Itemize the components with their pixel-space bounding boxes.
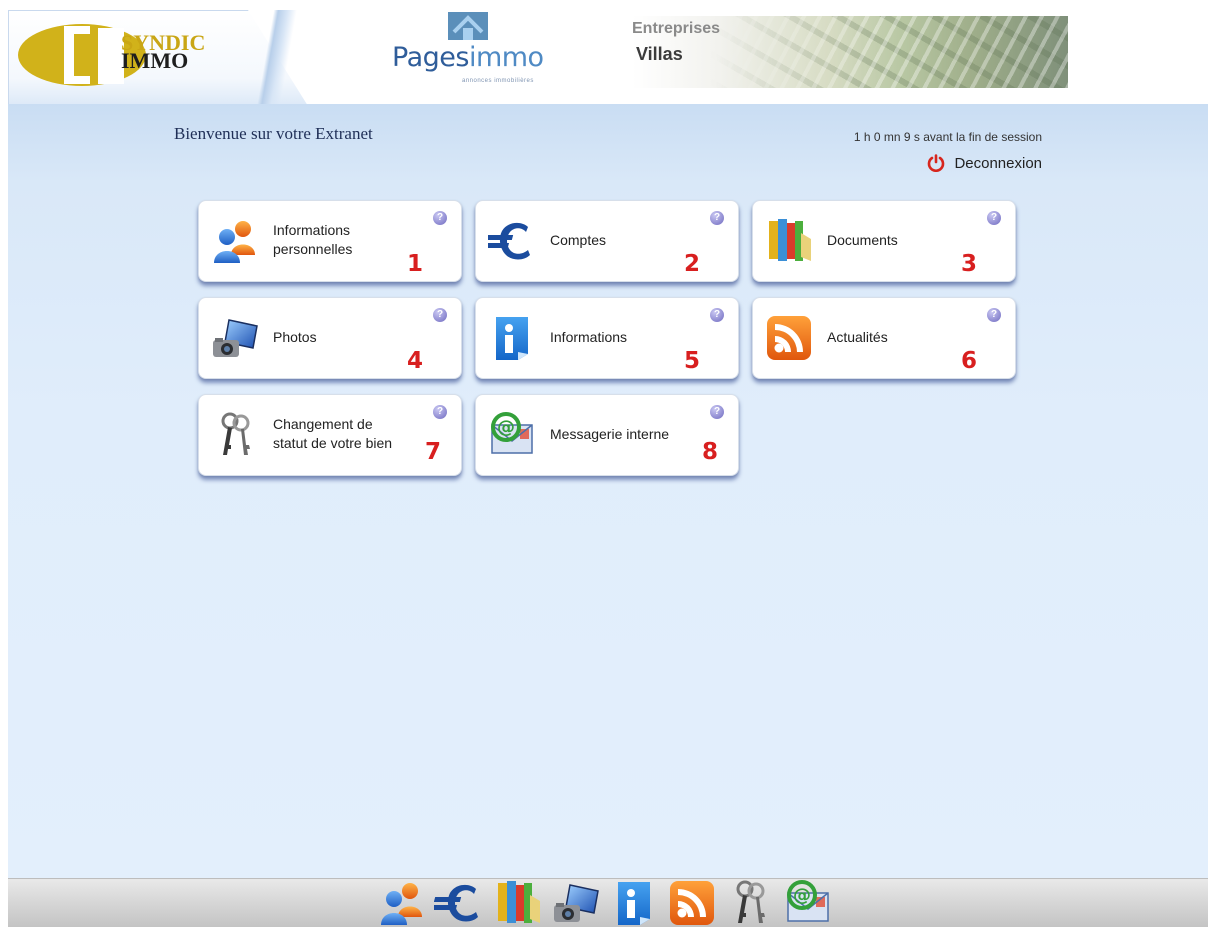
help-icon[interactable]: ? xyxy=(987,308,1001,322)
tile-label: Messagerie interne xyxy=(550,426,670,442)
tile-number: 5 xyxy=(683,348,700,374)
tile-label-line1: Informations xyxy=(273,222,351,238)
tile-label: Photos xyxy=(273,329,317,345)
house-icon xyxy=(448,12,488,40)
tile-label: Comptes xyxy=(550,232,607,248)
banner-word-1: Entreprises xyxy=(632,20,721,37)
help-icon[interactable]: ? xyxy=(710,308,724,322)
tile-label: Informations xyxy=(550,329,628,345)
dock-icon-bar xyxy=(376,879,834,927)
pagesimmo-part1: Pages xyxy=(392,42,469,73)
tile-informations[interactable]: Informations ? 5 xyxy=(475,297,739,379)
help-icon[interactable]: ? xyxy=(433,405,447,419)
pagesimmo-subtitle: annonces immobilières xyxy=(462,78,534,84)
tile-number: 1 xyxy=(406,251,423,277)
info-icon xyxy=(488,314,536,362)
books-icon xyxy=(765,217,813,265)
tile-label: Documents xyxy=(827,232,898,248)
keys-icon[interactable] xyxy=(724,879,776,927)
mail-icon xyxy=(488,411,536,459)
tile-number: 4 xyxy=(406,348,423,374)
tile-label-line2: statut de votre bien xyxy=(273,435,393,451)
tile-number: 8 xyxy=(701,439,718,465)
pagesimmo-wordmark: Pagesimmo xyxy=(392,42,544,73)
rss-icon[interactable] xyxy=(666,879,718,927)
tile-number: 6 xyxy=(960,348,977,374)
tile-photos[interactable]: Photos ? 4 xyxy=(198,297,462,379)
logout-button[interactable]: Deconnexion xyxy=(927,154,1042,172)
power-icon xyxy=(928,154,945,172)
camera-icon[interactable] xyxy=(550,879,602,927)
people-icon xyxy=(211,217,259,265)
pagesimmo-part2: immo xyxy=(468,42,544,73)
bottom-dock xyxy=(8,878,1208,927)
tile-actualites[interactable]: Actualités ? 6 xyxy=(752,297,1016,379)
banner-word-2: Villas xyxy=(636,44,683,64)
help-icon[interactable]: ? xyxy=(433,211,447,225)
tile-label: Actualités xyxy=(827,329,888,345)
info-icon[interactable] xyxy=(608,879,660,927)
help-icon[interactable]: ? xyxy=(987,211,1001,225)
page-title: Bienvenue sur votre Extranet xyxy=(174,124,373,143)
tile-label: Changement de statut de votre bien xyxy=(273,415,392,453)
tile-informations-personnelles[interactable]: Informations personnelles ? 1 xyxy=(198,200,462,282)
euro-icon[interactable] xyxy=(434,879,486,927)
mail-icon[interactable] xyxy=(782,879,834,927)
euro-icon xyxy=(488,217,536,265)
help-icon[interactable]: ? xyxy=(433,308,447,322)
header-banner: Entreprises Villas xyxy=(632,16,1068,88)
help-icon[interactable]: ? xyxy=(710,211,724,225)
tile-label-line1: Changement de xyxy=(273,416,373,432)
tile-messagerie-interne[interactable]: Messagerie interne ? 8 xyxy=(475,394,739,476)
tile-label: Informations personnelles xyxy=(273,221,352,259)
tile-number: 3 xyxy=(960,251,977,277)
tile-documents[interactable]: Documents ? 3 xyxy=(752,200,1016,282)
syndic-immo-logo[interactable]: SYNDIC IMMO xyxy=(18,22,248,88)
camera-icon xyxy=(211,314,259,362)
books-icon[interactable] xyxy=(492,879,544,927)
tile-changement-statut[interactable]: Changement de statut de votre bien ? 7 xyxy=(198,394,462,476)
rss-icon xyxy=(765,314,813,362)
pagesimmo-logo[interactable]: Pagesimmo annonces immobilières xyxy=(392,10,572,90)
header: SYNDIC IMMO Pagesimmo annonces immobiliè… xyxy=(0,0,1208,106)
tile-comptes[interactable]: Comptes ? 2 xyxy=(475,200,739,282)
tile-number: 7 xyxy=(424,439,441,465)
help-icon[interactable]: ? xyxy=(710,405,724,419)
session-timer: 1 h 0 mn 9 s avant la fin de session xyxy=(853,130,1042,144)
logout-label: Deconnexion xyxy=(954,154,1042,172)
people-icon[interactable] xyxy=(376,879,428,927)
keys-icon xyxy=(211,411,259,459)
tile-number: 2 xyxy=(683,251,700,277)
main-area: Bienvenue sur votre Extranet 1 h 0 mn 9 … xyxy=(8,104,1208,878)
tile-label-line2: personnelles xyxy=(273,241,353,257)
